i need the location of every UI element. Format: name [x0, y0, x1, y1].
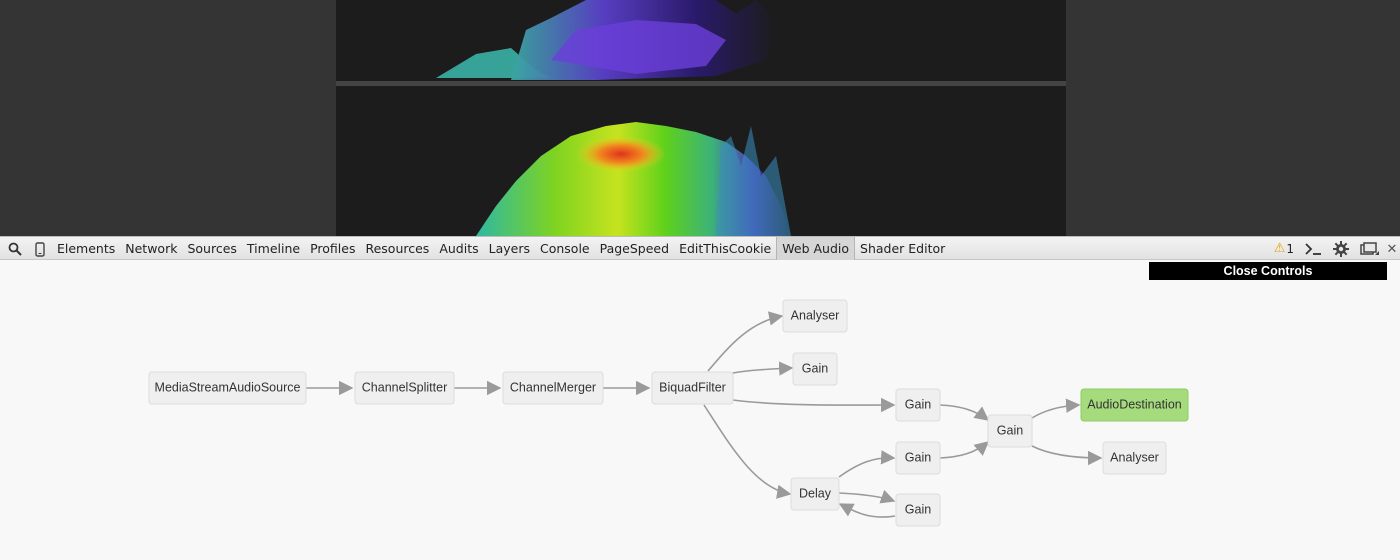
tab-profiles[interactable]: Profiles — [305, 237, 360, 260]
tab-resources[interactable]: Resources — [360, 237, 434, 260]
search-icon[interactable] — [6, 240, 24, 258]
edge-biquad-analyser — [707, 311, 784, 372]
svg-text:Gain: Gain — [905, 502, 931, 516]
spectrum-image-top — [436, 0, 776, 80]
node-analyser-1[interactable]: Analyser — [782, 299, 848, 333]
node-channel-merger[interactable]: ChannelMerger — [502, 371, 604, 405]
node-gain-4[interactable]: Gain — [895, 493, 941, 527]
warning-icon: ⚠ — [1273, 241, 1286, 256]
node-gain-3[interactable]: Gain — [895, 441, 941, 475]
edge-biquad-gain1 — [732, 361, 794, 376]
node-delay[interactable]: Delay — [790, 477, 840, 511]
visualizer-canvas-top — [336, 0, 1066, 81]
settings-gear-icon[interactable] — [1330, 240, 1352, 258]
graph-edges — [306, 311, 1103, 518]
svg-text:Gain: Gain — [802, 361, 828, 375]
svg-text:Gain: Gain — [905, 450, 931, 464]
svg-text:AudioDestination: AudioDestination — [1087, 397, 1182, 411]
svg-text:MediaStreamAudioSource: MediaStreamAudioSource — [155, 380, 301, 394]
tab-layers[interactable]: Layers — [484, 237, 535, 260]
visualizer-canvas-bottom — [336, 86, 1066, 236]
toolbar-right-controls: ⚠ 1 ✕ — [1274, 237, 1400, 260]
inspected-page — [0, 0, 1400, 236]
warning-count: 1 — [1286, 241, 1294, 256]
tab-console[interactable]: Console — [535, 237, 595, 260]
console-drawer-icon[interactable] — [1302, 240, 1324, 258]
dock-side-icon[interactable] — [1358, 240, 1382, 258]
device-mode-icon[interactable] — [31, 240, 49, 258]
tab-timeline[interactable]: Timeline — [242, 237, 305, 260]
edge-gain4-delay — [838, 503, 896, 518]
tab-network[interactable]: Network — [120, 237, 182, 260]
tab-pagespeed[interactable]: PageSpeed — [595, 237, 674, 260]
node-analyser-2[interactable]: Analyser — [1102, 441, 1167, 475]
tab-audits[interactable]: Audits — [434, 237, 483, 260]
tab-editthiscookie[interactable]: EditThisCookie — [674, 237, 776, 260]
edge-biquad-gain2 — [732, 397, 896, 413]
svg-text:Delay: Delay — [799, 486, 832, 500]
svg-text:Gain: Gain — [905, 397, 931, 411]
edge-delay-gain4 — [838, 489, 896, 504]
node-media-stream-audio-source[interactable]: MediaStreamAudioSource — [148, 371, 307, 405]
edge-gain3-gain5 — [939, 441, 990, 459]
tab-web-audio[interactable]: Web Audio — [776, 237, 856, 260]
tab-sources[interactable]: Sources — [182, 237, 241, 260]
warning-counter[interactable]: ⚠ 1 — [1274, 241, 1294, 256]
edge-gain2-gain5 — [939, 404, 990, 421]
edge-delay-gain3 — [838, 450, 896, 478]
svg-text:ChannelMerger: ChannelMerger — [510, 380, 596, 394]
svg-text:Gain: Gain — [997, 423, 1023, 437]
svg-text:BiquadFilter: BiquadFilter — [659, 380, 726, 394]
node-gain-2[interactable]: Gain — [895, 388, 941, 422]
edge-gain5-analyser — [1031, 445, 1103, 466]
spectrum-image-bottom — [476, 122, 791, 236]
edge-biquad-delay — [703, 404, 792, 499]
svg-text:Analyser: Analyser — [791, 308, 840, 322]
tab-shader-editor[interactable]: Shader Editor — [855, 237, 950, 260]
node-channel-splitter[interactable]: ChannelSplitter — [354, 371, 455, 405]
tab-elements[interactable]: Elements — [52, 237, 120, 260]
audio-graph: MediaStreamAudioSource ChannelSplitter C… — [148, 299, 1189, 527]
svg-text:Analyser: Analyser — [1110, 450, 1159, 464]
node-audio-destination[interactable]: AudioDestination — [1080, 388, 1189, 422]
svg-text:ChannelSplitter: ChannelSplitter — [362, 380, 447, 394]
node-biquad-filter[interactable]: BiquadFilter — [651, 371, 734, 405]
devtools-toolbar: Elements Network Sources Timeline Profil… — [0, 236, 1400, 260]
close-icon[interactable]: ✕ — [1384, 240, 1400, 258]
node-gain-5[interactable]: Gain — [987, 414, 1033, 448]
panel-tabs: Elements Network Sources Timeline Profil… — [52, 237, 950, 260]
node-gain-1[interactable]: Gain — [792, 352, 838, 386]
edge-gain5-destination — [1031, 398, 1081, 419]
web-audio-panel: Close Controls MediaStreamAudioSource Ch… — [0, 260, 1400, 560]
